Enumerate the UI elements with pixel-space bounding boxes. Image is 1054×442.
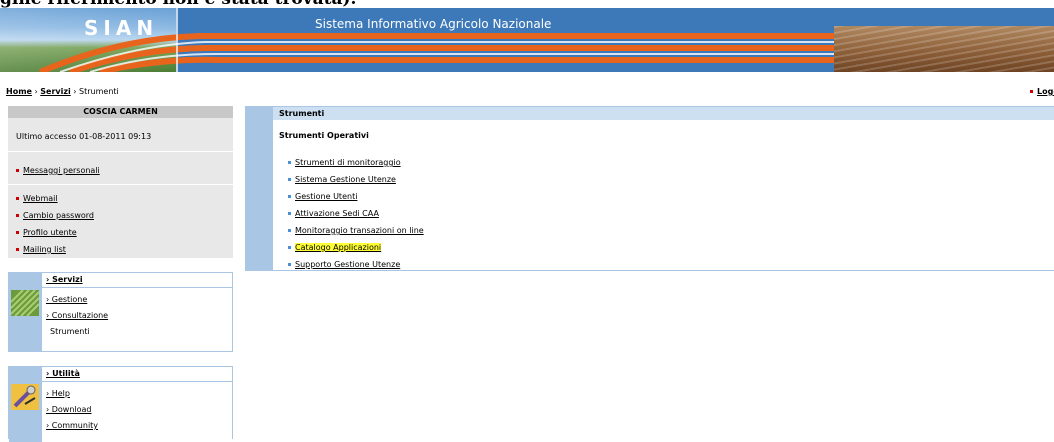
applications-catalog-link[interactable]: Catalogo Applicazioni — [295, 243, 382, 252]
bullet-icon — [288, 161, 291, 164]
caa-offices-activation-link[interactable]: Attivazione Sedi CAA — [295, 209, 379, 218]
strumenti-current-item: Strumenti — [50, 327, 90, 336]
community-link[interactable]: › Community — [46, 421, 98, 430]
logout-link[interactable]: Logout — [1037, 87, 1054, 96]
site-title: Sistema Informativo Agricolo Nazionale — [315, 17, 552, 31]
tools-links-list: Strumenti di monitoraggio Sistema Gestio… — [288, 154, 424, 273]
field-image-icon — [11, 290, 39, 316]
messages-link[interactable]: Messaggi personali — [23, 166, 100, 175]
bullet-icon — [16, 214, 19, 217]
tools-image-icon — [11, 384, 39, 410]
help-link[interactable]: › Help — [46, 389, 70, 398]
download-link[interactable]: › Download — [46, 405, 92, 414]
logout-area: Logout — [1030, 87, 1054, 96]
user-management-system-link[interactable]: Sistema Gestione Utenze — [295, 175, 396, 184]
bullet-icon — [1030, 90, 1033, 93]
sian-logo[interactable]: SIAN — [84, 16, 158, 40]
breadcrumb-separator: › — [70, 87, 80, 96]
section-header: Strumenti — [273, 107, 1054, 120]
bullet-icon — [16, 169, 19, 172]
monitoring-tools-link[interactable]: Strumenti di monitoraggio — [295, 158, 401, 167]
bullet-icon — [16, 231, 19, 234]
breadcrumb: Home › Servizi › Strumenti — [6, 87, 119, 96]
change-password-link[interactable]: Cambio password — [23, 211, 94, 220]
user-name: COSCIA CARMEN — [8, 106, 233, 118]
utilita-panel: › Utilità › Help › Download › Community — [8, 366, 233, 442]
bullet-icon — [16, 248, 19, 251]
bullet-icon — [288, 229, 291, 232]
bullet-icon — [288, 246, 291, 249]
breadcrumb-current: Strumenti — [79, 87, 119, 96]
bullet-icon — [288, 178, 291, 181]
breadcrumb-servizi-link[interactable]: Servizi — [40, 87, 71, 96]
user-panel: COSCIA CARMEN Ultimo accesso 01-08-2011 … — [8, 106, 233, 258]
bullet-icon — [288, 263, 291, 266]
section-subtitle: Strumenti Operativi — [279, 131, 369, 140]
utilita-menu-title[interactable]: › Utilità — [46, 369, 80, 378]
user-management-support-link[interactable]: Supporto Gestione Utenze — [295, 260, 400, 269]
bullet-icon — [288, 195, 291, 198]
servizi-menu-title[interactable]: › Servizi — [46, 275, 83, 284]
online-transactions-monitoring-link[interactable]: Monitoraggio transazioni on line — [295, 226, 424, 235]
bullet-icon — [288, 212, 291, 215]
clipped-error-heading: gine riferimento non è stata trovata). — [0, 0, 1054, 8]
header-banner: SIAN Sistema Informativo Agricolo Nazion… — [0, 8, 1054, 72]
gestione-link[interactable]: › Gestione — [46, 295, 87, 304]
breadcrumb-home-link[interactable]: Home — [6, 87, 32, 96]
consultazione-link[interactable]: › Consultazione — [46, 311, 108, 320]
last-access-text: Ultimo accesso 01-08-2011 09:13 — [16, 132, 152, 141]
user-management-link[interactable]: Gestione Utenti — [295, 192, 357, 201]
user-profile-link[interactable]: Profilo utente — [23, 228, 77, 237]
webmail-link[interactable]: Webmail — [23, 194, 58, 203]
mailing-list-link[interactable]: Mailing list — [23, 245, 66, 254]
breadcrumb-separator: › — [31, 87, 41, 96]
bullet-icon — [16, 197, 19, 200]
main-content-panel: Strumenti Strumenti Operativi Strumenti … — [245, 106, 1054, 271]
user-links-list: Webmail Cambio password Profilo utente M… — [16, 190, 94, 258]
servizi-panel: › Servizi › Gestione › Consultazione Str… — [8, 272, 233, 352]
messages-item: Messaggi personali — [16, 166, 100, 175]
